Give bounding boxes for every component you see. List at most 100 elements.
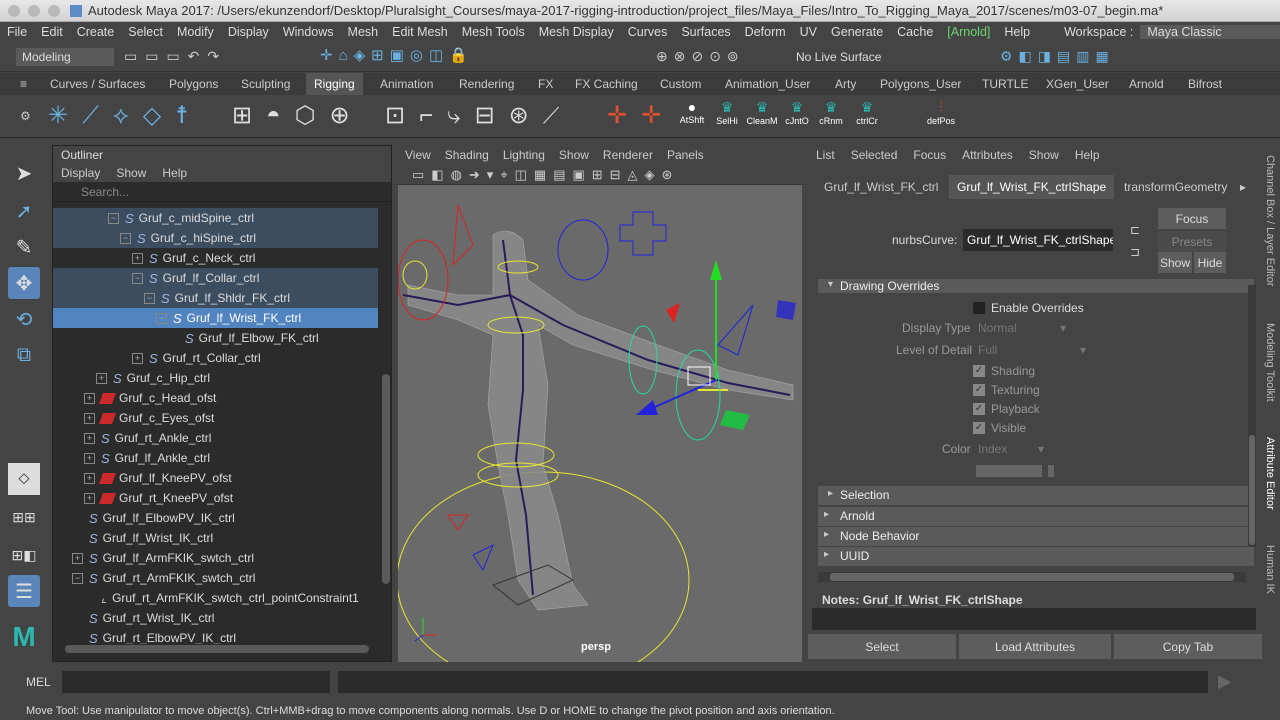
menu-windows[interactable]: Windows — [276, 25, 341, 39]
live-surface-field[interactable]: No Live Surface — [796, 50, 881, 64]
outliner-horizontal-scrollbar[interactable] — [57, 644, 377, 654]
outliner-row[interactable]: + Gruf_lf_KneePV_ofst — [53, 468, 378, 488]
menu-surfaces[interactable]: Surfaces — [674, 25, 737, 39]
ae-vertical-scrollbar[interactable] — [1248, 285, 1256, 547]
shelf-tab-fx-caching[interactable]: FX Caching — [575, 77, 638, 91]
scale-tool-icon[interactable]: ⧉ — [8, 339, 40, 371]
outliner-row-selected[interactable]: − S Gruf_lf_Wrist_FK_ctrl — [53, 308, 378, 328]
shelf-tab-rigging[interactable]: Rigging — [306, 73, 363, 95]
outliner-row[interactable]: − S Gruf_rt_ArmFKIK_swtch_ctrl — [53, 568, 378, 588]
outliner-row[interactable]: S Gruf_rt_Wrist_IK_ctrl — [53, 608, 378, 628]
outliner-row[interactable]: + Gruf_rt_KneePV_ofst — [53, 488, 378, 508]
outliner-row[interactable]: − S Gruf_c_midSpine_ctrl — [53, 208, 378, 228]
shading-checkbox[interactable]: ✓ Shading — [973, 364, 1035, 378]
outliner-row[interactable]: ⌞ Gruf_rt_ArmFKIK_swtch_ctrl_pointConstra… — [53, 588, 378, 608]
side-tab-human-ik[interactable]: Human IK — [1264, 545, 1276, 594]
menu-help[interactable]: Help — [997, 25, 1037, 39]
arnold-section-header[interactable]: Arnold — [818, 507, 1254, 526]
outliner-row[interactable]: S Gruf_lf_ElbowPV_IK_ctrl — [53, 508, 378, 528]
side-tab-modeling-toolkit[interactable]: Modeling Toolkit — [1264, 323, 1276, 402]
shelf-button-cleanm[interactable]: ♛ CleanM — [746, 99, 778, 126]
outliner-row[interactable]: + S Gruf_rt_Collar_ctrl — [53, 348, 378, 368]
viewport-menu-view[interactable]: View — [398, 145, 438, 165]
zoom-window-icon[interactable] — [48, 4, 60, 17]
shelf-menu-icon[interactable]: ≡ — [20, 77, 27, 91]
outliner-menu-show[interactable]: Show — [108, 164, 154, 182]
shelf-button-ctrlcr[interactable]: ♛ ctrlCr — [851, 99, 883, 126]
ae-tab-transform[interactable]: Gruf_lf_Wrist_FK_ctrl — [824, 180, 938, 194]
ae-go-output-icon[interactable]: ⊐ — [1130, 245, 1140, 259]
shelf-button-selhi[interactable]: ♛ SelHi — [712, 99, 742, 126]
rigging-tool-icons[interactable]: ✳⟋⟡◇☨ — [48, 101, 202, 130]
shelf-tab-animation[interactable]: Animation — [380, 77, 433, 91]
menu-cache[interactable]: Cache — [890, 25, 940, 39]
color-mode-select[interactable]: Index ▾ — [978, 442, 1044, 456]
shelf-tab-arnold[interactable]: Arnold — [1129, 77, 1164, 91]
lasso-tool-icon[interactable]: ➚ — [8, 195, 40, 227]
ae-menu-selected[interactable]: Selected — [843, 148, 906, 165]
outliner-menu-help[interactable]: Help — [154, 164, 195, 182]
outliner-row[interactable]: S Gruf_rt_ElbowPV_IK_ctrl — [53, 628, 378, 645]
paint-select-tool-icon[interactable]: ✎ — [8, 231, 40, 263]
node-behavior-section-header[interactable]: Node Behavior — [818, 527, 1254, 546]
ae-menu-help[interactable]: Help — [1067, 148, 1108, 165]
menu-curves[interactable]: Curves — [621, 25, 675, 39]
shelf-tab-xgen-user[interactable]: XGen_User — [1046, 77, 1109, 91]
shelf-tab-custom[interactable]: Custom — [660, 77, 701, 91]
shelf-tab-bifrost[interactable]: Bifrost — [1188, 77, 1222, 91]
ae-menu-focus[interactable]: Focus — [905, 148, 954, 165]
mode-select[interactable]: Modeling — [16, 48, 114, 66]
shelf-tab-sculpting[interactable]: Sculpting — [241, 77, 290, 91]
ae-tab-scroll-right-icon[interactable]: ▸ — [1240, 180, 1246, 194]
ae-horizontal-scrollbar[interactable] — [818, 572, 1246, 582]
ae-menu-list[interactable]: List — [808, 148, 843, 165]
shelf-settings-icon[interactable]: ⚙ — [20, 109, 31, 123]
menu-edit[interactable]: Edit — [34, 25, 70, 39]
mel-label[interactable]: MEL — [26, 675, 51, 689]
shelf-tab-arty[interactable]: Arty — [835, 77, 856, 91]
single-view-layout-icon[interactable]: ⬦ — [8, 463, 40, 495]
ae-tab-transform-geometry[interactable]: transformGeometry — [1124, 180, 1227, 194]
outliner-menu-display[interactable]: Display — [53, 164, 108, 182]
menu-mesh-display[interactable]: Mesh Display — [532, 25, 621, 39]
viewport-toolbar[interactable]: ▭◧◍➜▾⌖◫▦▤▣⊞⊟◬◈⊛ — [398, 165, 802, 185]
close-window-icon[interactable] — [8, 4, 20, 17]
shelf-tab-rendering[interactable]: Rendering — [459, 77, 514, 91]
outliner-search-input[interactable]: Search... — [53, 182, 391, 202]
enable-overrides-checkbox[interactable]: Enable Overrides — [973, 301, 1084, 315]
outliner-vertical-scrollbar[interactable] — [381, 206, 391, 646]
display-type-select[interactable]: Normal ▾ — [978, 321, 1066, 335]
node-name-field[interactable]: Gruf_lf_Wrist_FK_ctrlShape — [963, 229, 1113, 251]
side-tab-attribute-editor[interactable]: Attribute Editor — [1264, 437, 1276, 510]
outliner-row[interactable]: + S Gruf_lf_ArmFKIK_swtch_ctrl — [53, 548, 378, 568]
texturing-checkbox[interactable]: ✓ Texturing — [973, 383, 1040, 397]
level-of-detail-select[interactable]: Full ▾ — [978, 343, 1086, 357]
menu-mesh[interactable]: Mesh — [341, 25, 386, 39]
render-icons[interactable]: ⚙◧◨▤▥▦ — [1000, 48, 1265, 66]
side-tab-channel-box[interactable]: Channel Box / Layer Editor — [1264, 155, 1276, 286]
snap-icons[interactable]: ⊕⊗⊘⊙⊚ — [656, 48, 745, 65]
outliner-row[interactable]: + Gruf_c_Eyes_ofst — [53, 408, 378, 428]
outliner-row[interactable]: − S Gruf_lf_Shldr_FK_ctrl — [53, 288, 378, 308]
ae-tab-shape[interactable]: Gruf_lf_Wrist_FK_ctrlShape — [949, 175, 1115, 199]
focus-button[interactable]: Focus — [1158, 208, 1226, 229]
side-by-side-layout-icon[interactable]: ⊞◧ — [8, 539, 40, 571]
script-editor-icon[interactable]: ▶ — [1218, 671, 1246, 693]
menu-modify[interactable]: Modify — [170, 25, 221, 39]
shelf-button-defpos[interactable]: ⫶ defPos — [924, 99, 958, 126]
viewport-menu-lighting[interactable]: Lighting — [496, 145, 552, 165]
outliner-row[interactable]: + S Gruf_rt_Ankle_ctrl — [53, 428, 378, 448]
mel-input[interactable] — [62, 671, 330, 693]
load-attributes-button[interactable]: Load Attributes — [959, 634, 1111, 659]
viewport-menu-shading[interactable]: Shading — [438, 145, 496, 165]
menu-select[interactable]: Select — [121, 25, 170, 39]
shelf-tab-turtle[interactable]: TURTLE — [982, 77, 1028, 91]
selection-mask-icons[interactable]: ✛⌂◈⊞▣◎◫🔒 — [320, 46, 610, 68]
shelf-tab-curves-surfaces[interactable]: Curves / Surfaces — [50, 77, 145, 91]
selection-section-header[interactable]: Selection — [818, 486, 1254, 505]
visible-checkbox[interactable]: ✓ Visible — [973, 421, 1026, 435]
outliner-layout-icon[interactable]: ☰ — [8, 575, 40, 607]
ae-go-input-icon[interactable]: ⊏ — [1130, 223, 1140, 237]
notes-field[interactable] — [812, 608, 1256, 630]
menu-mesh-tools[interactable]: Mesh Tools — [455, 25, 532, 39]
